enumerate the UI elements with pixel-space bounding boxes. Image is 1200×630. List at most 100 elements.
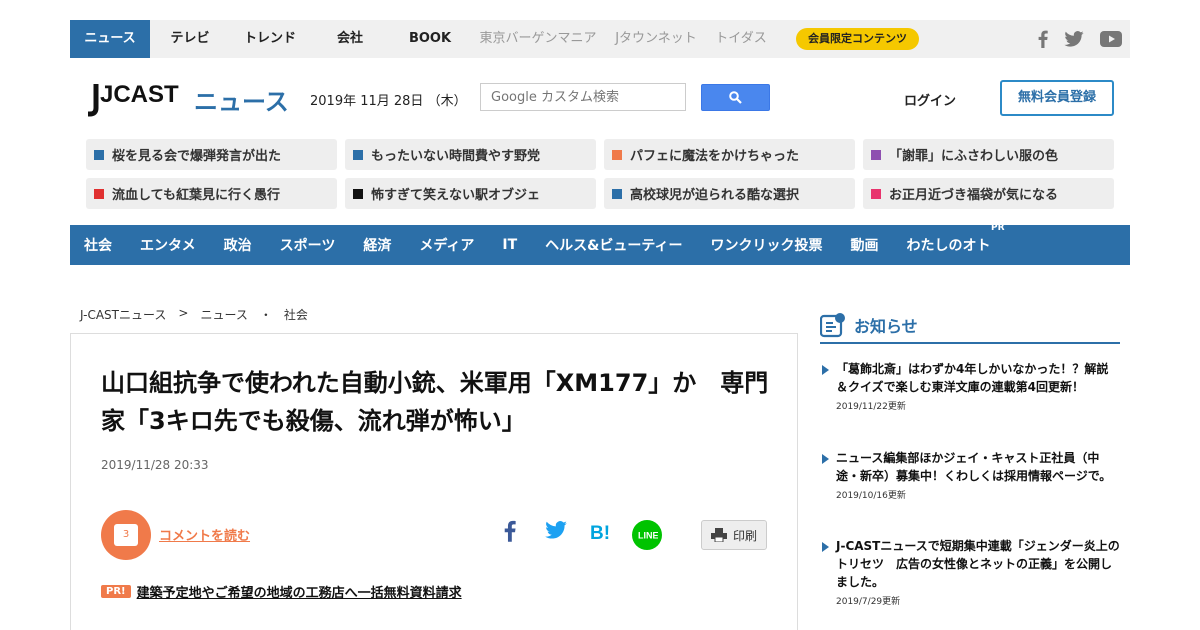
hatena-bookmark-icon[interactable]: B!	[590, 522, 612, 547]
pr-badge: PR!	[101, 585, 131, 598]
category-navigation: 社会 エンタメ 政治 スポーツ 経済 メディア IT ヘルス&ビューティー ワン…	[70, 223, 1130, 265]
topnav-item-tv[interactable]: テレビ	[150, 20, 230, 58]
line-share-icon[interactable]: LINE	[632, 520, 662, 550]
breadcrumb-society[interactable]: 社会	[284, 306, 308, 323]
breadcrumb-home[interactable]: J-CASTニュース	[80, 306, 166, 323]
tag-label: 怖すぎて笑えない駅オブジェ	[371, 188, 541, 203]
notice-updated: 2019/11/22更新	[836, 402, 906, 412]
notice-header: お知らせ	[820, 308, 1120, 344]
current-date: 2019年 11月 28日 （木）	[310, 94, 467, 109]
svg-text:B!: B!	[590, 523, 610, 542]
top-navigation: ニュース テレビ トレンド 会社 BOOK 東京バーゲンマニア Jタウンネット …	[70, 20, 1130, 58]
category-sports[interactable]: スポーツ	[280, 235, 336, 255]
notice-title: お知らせ	[854, 317, 918, 336]
category-politics[interactable]: 政治	[224, 235, 252, 255]
search-icon	[729, 91, 742, 104]
trending-tag[interactable]: 桜を見る会で爆弾発言が出た	[86, 139, 337, 170]
trending-tag[interactable]: 高校球児が迫られる酷な選択	[604, 178, 855, 209]
pr-label: PR	[990, 223, 1005, 233]
topnav-item-toidas[interactable]: トイダス	[706, 20, 776, 58]
read-comments-link[interactable]: コメントを読む	[159, 525, 250, 544]
topnav-item-news[interactable]: ニュース	[70, 20, 150, 58]
category-health-beauty[interactable]: ヘルス&ビューティー	[545, 235, 682, 255]
tag-color-square	[612, 188, 622, 199]
tag-label: 高校球児が迫られる酷な選択	[630, 188, 800, 203]
breadcrumb-separator: ・	[259, 308, 272, 322]
comment-bubble-icon: 3	[114, 524, 138, 546]
category-entertainment[interactable]: エンタメ	[140, 235, 196, 255]
category-economy[interactable]: 経済	[363, 235, 391, 255]
facebook-icon[interactable]	[1038, 30, 1048, 48]
category-society[interactable]: 社会	[84, 235, 112, 255]
search-input[interactable]	[480, 83, 686, 111]
notice-text[interactable]: ニュース編集部ほかジェイ・キャスト正社員（中途・新卒）募集中！くわしくは採用情報…	[822, 449, 1120, 485]
trending-tag[interactable]: 「謝罪」にふさわしい服の色	[863, 139, 1114, 170]
comment-count: 3	[122, 529, 130, 540]
breadcrumb-news[interactable]: ニュース	[200, 306, 247, 323]
category-one-click-poll[interactable]: ワンクリック投票	[711, 235, 823, 255]
tag-label: パフェに魔法をかけちゃった	[630, 149, 800, 164]
trending-tag[interactable]: もったいない時間費やす野党	[345, 139, 596, 170]
tag-color-square	[871, 149, 881, 160]
trending-tag[interactable]: 怖すぎて笑えない駅オブジェ	[345, 178, 596, 209]
logo-main-text: JCAST	[100, 81, 179, 108]
article-title: 山口組抗争で使われた自動小銃、米軍用「XM177」か 専門家「3キロ先でも殺傷、…	[101, 369, 769, 435]
article-card: 山口組抗争で使われた自動小銃、米軍用「XM177」か 専門家「3キロ先でも殺傷、…	[70, 333, 798, 630]
promo-link[interactable]: 建築予定地やご希望の地域の工務店へ一括無料資料請求	[137, 582, 462, 601]
tag-label: もったいない時間費やす野党	[371, 149, 541, 164]
twitter-share-icon[interactable]	[545, 521, 567, 543]
notice-text[interactable]: J-CASTニュースで短期集中連載「ジェンダー炎上のトリセツ 広告の女性像とネッ…	[822, 537, 1120, 591]
tag-label: 流血しても紅葉見に行く愚行	[112, 188, 280, 203]
search-button[interactable]	[701, 84, 770, 111]
tag-color-square	[612, 149, 622, 160]
svg-text:LINE: LINE	[638, 531, 658, 541]
trending-tag[interactable]: 流血しても紅葉見に行く愚行	[86, 178, 337, 209]
logo-j-hook-icon: JCAST	[88, 81, 179, 117]
breadcrumb-separator: >	[178, 306, 189, 320]
topnav-item-company[interactable]: 会社	[310, 20, 390, 58]
article-date: 2019/11/28 20:33	[101, 458, 209, 472]
category-watashi-no-oto-label: わたしのオト	[906, 238, 991, 254]
tag-label: 「謝罪」にふさわしい服の色	[889, 149, 1059, 164]
topnav-item-trend[interactable]: トレンド	[230, 20, 310, 58]
youtube-icon[interactable]	[1100, 31, 1122, 47]
notice-item[interactable]: J-CASTニュースで短期集中連載「ジェンダー炎上のトリセツ 広告の女性像とネッ…	[822, 537, 1120, 607]
tag-color-square	[353, 188, 363, 199]
logo-news-text: ニュース	[194, 88, 289, 116]
breadcrumb: J-CASTニュース > ニュース ・ 社会	[80, 306, 308, 323]
print-button[interactable]: 印刷	[701, 520, 767, 550]
trending-tag[interactable]: パフェに魔法をかけちゃった	[604, 139, 855, 170]
notice-item[interactable]: ニュース編集部ほかジェイ・キャスト正社員（中途・新卒）募集中！くわしくは採用情報…	[822, 449, 1120, 501]
login-link[interactable]: ログイン	[904, 90, 956, 109]
facebook-share-icon[interactable]	[504, 520, 516, 548]
category-watashi-no-oto[interactable]: わたしのオト PR	[906, 223, 1005, 255]
tag-label: 桜を見る会で爆弾発言が出た	[112, 149, 282, 164]
notice-updated: 2019/10/16更新	[836, 491, 906, 501]
category-media[interactable]: メディア	[419, 235, 474, 255]
tag-color-square	[94, 149, 104, 160]
category-video[interactable]: 動画	[851, 235, 879, 255]
trending-tags: 桜を見る会で爆弾発言が出た もったいない時間費やす野党 パフェに魔法をかけちゃっ…	[86, 139, 1114, 209]
register-button[interactable]: 無料会員登録	[1000, 80, 1114, 116]
notice-icon	[820, 313, 845, 338]
print-label: 印刷	[732, 528, 757, 543]
twitter-icon[interactable]	[1064, 31, 1084, 47]
members-content-badge[interactable]: 会員限定コンテンツ	[796, 28, 919, 50]
topnav-item-jtown[interactable]: Jタウンネット	[606, 20, 706, 58]
tag-color-square	[353, 149, 363, 160]
site-logo[interactable]: JCAST ニュース	[86, 78, 289, 120]
topnav-item-book[interactable]: BOOK	[390, 20, 470, 58]
notice-item[interactable]: 「葛飾北斎」はわずか4年しかいなかった！？解説＆クイズで楽しむ東洋文庫の連載第4…	[822, 360, 1120, 412]
social-links	[1038, 20, 1122, 58]
comment-count-button[interactable]: 3	[101, 510, 151, 560]
printer-icon	[710, 528, 727, 542]
promo-banner: PR! 建築予定地やご希望の地域の工務店へ一括無料資料請求	[101, 582, 462, 601]
trending-tag[interactable]: お正月近づき福袋が気になる	[863, 178, 1114, 209]
topnav-item-bargain[interactable]: 東京バーゲンマニア	[470, 20, 606, 58]
notice-text[interactable]: 「葛飾北斎」はわずか4年しかいなかった！？解説＆クイズで楽しむ東洋文庫の連載第4…	[822, 360, 1120, 396]
tag-color-square	[871, 188, 881, 199]
tag-label: お正月近づき福袋が気になる	[889, 188, 1059, 203]
category-it[interactable]: IT	[502, 237, 517, 253]
tag-color-square	[94, 188, 104, 199]
notice-updated: 2019/7/29更新	[836, 597, 901, 607]
